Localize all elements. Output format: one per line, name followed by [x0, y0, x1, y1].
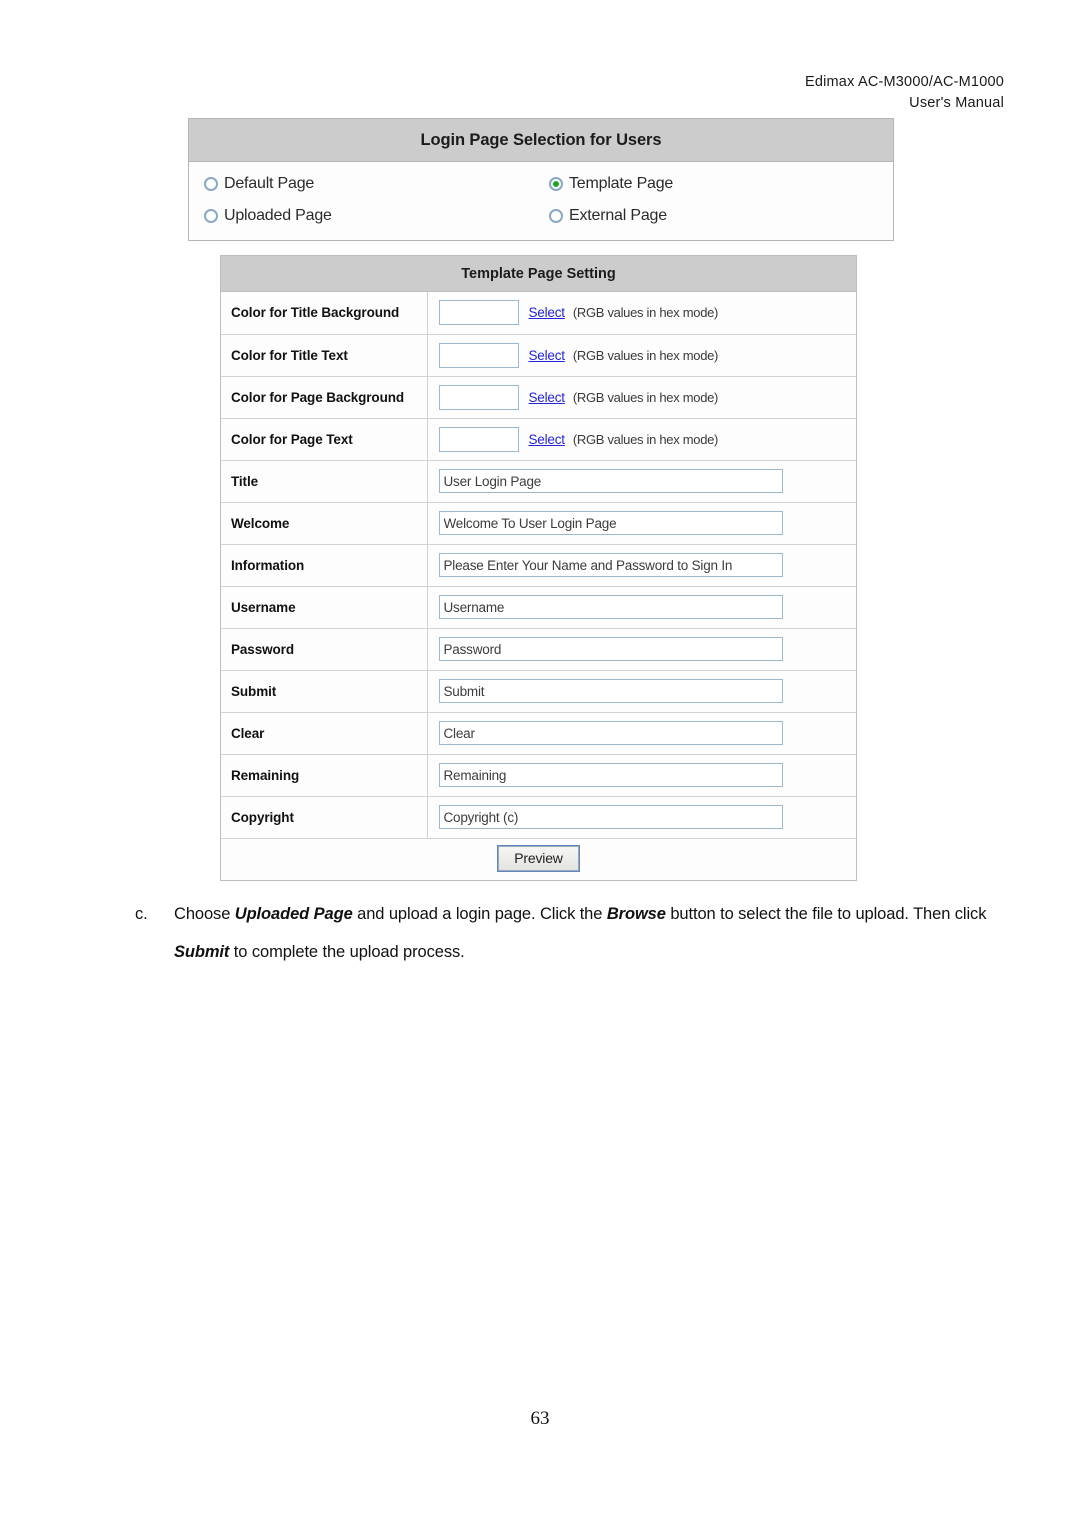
row-label-password: Password [221, 627, 428, 670]
row-label-color-title-text: Color for Title Text [221, 333, 428, 376]
page-number: 63 [530, 1408, 550, 1429]
radio-option-external-page[interactable]: External Page [549, 203, 893, 228]
instruction-text: Choose Uploaded Page and upload a login … [135, 895, 1015, 971]
table-row: Preview [221, 837, 856, 880]
instruction-segment-1: Choose [174, 905, 235, 923]
table-row: Copyright [221, 795, 856, 838]
preview-button[interactable]: Preview [497, 845, 580, 873]
table-row: Remaining [221, 753, 856, 796]
radio-unchecked-icon [204, 208, 218, 223]
select-color-title-background-link[interactable]: Select [529, 305, 566, 320]
clear-label-input[interactable] [438, 721, 783, 745]
row-label-color-page-background: Color for Page Background [221, 375, 428, 418]
radio-label-template-page: Template Page [569, 174, 674, 192]
instruction-emphasis-submit: Submit [174, 943, 230, 961]
copyright-input[interactable] [438, 805, 783, 829]
row-label-welcome: Welcome [221, 501, 428, 544]
table-row: Color for Page Text Select (RGB values i… [221, 417, 856, 460]
title-input[interactable] [438, 469, 783, 493]
template-page-setting-title: Template Page Setting [221, 256, 856, 292]
row-label-remaining: Remaining [221, 753, 428, 796]
table-row: Information [221, 543, 856, 586]
select-color-title-text-link[interactable]: Select [529, 348, 566, 363]
instruction-paragraph: c. Choose Uploaded Page and upload a log… [135, 895, 1015, 971]
username-input[interactable] [438, 595, 783, 619]
submit-label-input[interactable] [438, 679, 783, 703]
radio-checked-icon [549, 176, 563, 191]
row-label-title: Title [221, 459, 428, 502]
select-color-page-text-link[interactable]: Select [529, 432, 566, 447]
table-row: Username [221, 585, 856, 628]
login-page-selection-body: Default Page Template Page Uploaded Page… [189, 162, 893, 240]
color-page-background-input[interactable] [438, 384, 519, 410]
row-label-clear: Clear [221, 711, 428, 754]
row-label-color-title-background: Color for Title Background [221, 292, 428, 334]
header-product-line: Edimax AC-M3000/AC-M1000 [804, 74, 1004, 90]
login-page-selection-title: Login Page Selection for Users [189, 119, 893, 162]
table-row: Submit [221, 669, 856, 712]
instruction-segment-3: button to select the file to upload. The… [665, 905, 987, 923]
radio-option-template-page[interactable]: Template Page [549, 171, 893, 196]
select-color-page-background-link[interactable]: Select [529, 390, 566, 405]
hex-mode-note: (RGB values in hex mode) [572, 305, 719, 321]
instruction-segment-4: to complete the upload process. [229, 943, 465, 961]
header-manual-line: User's Manual [909, 95, 1004, 111]
color-page-text-input[interactable] [438, 426, 519, 452]
radio-unchecked-icon [549, 208, 563, 223]
radio-unchecked-icon [204, 176, 218, 191]
row-label-information: Information [221, 543, 428, 586]
remaining-label-input[interactable] [438, 763, 783, 787]
radio-label-external-page: External Page [569, 206, 667, 224]
hex-mode-note: (RGB values in hex mode) [572, 431, 719, 447]
login-page-option-grid: Default Page Template Page Uploaded Page… [189, 171, 893, 228]
row-label-username: Username [221, 585, 428, 628]
instruction-emphasis-browse: Browse [606, 905, 666, 923]
welcome-input[interactable] [438, 511, 783, 535]
row-label-submit: Submit [221, 669, 428, 712]
table-row: Color for Title Background Select (RGB v… [221, 292, 856, 334]
list-marker: c. [135, 905, 148, 923]
color-title-text-input[interactable] [438, 342, 519, 368]
radio-label-uploaded-page: Uploaded Page [224, 206, 332, 224]
row-label-color-page-text: Color for Page Text [221, 417, 428, 460]
radio-label-default-page: Default Page [224, 174, 315, 192]
hex-mode-note: (RGB values in hex mode) [572, 347, 719, 363]
table-row: Clear [221, 711, 856, 754]
template-page-setting-table: Color for Title Background Select (RGB v… [221, 292, 856, 880]
table-row: Password [221, 627, 856, 670]
hex-mode-note: (RGB values in hex mode) [572, 389, 719, 405]
row-label-copyright: Copyright [221, 795, 428, 838]
instruction-emphasis-uploaded-page: Uploaded Page [234, 905, 353, 923]
radio-option-default-page[interactable]: Default Page [204, 171, 549, 196]
password-input[interactable] [438, 637, 783, 661]
instruction-segment-2: and upload a login page. Click the [352, 905, 607, 923]
radio-option-uploaded-page[interactable]: Uploaded Page [204, 203, 549, 228]
color-title-background-input[interactable] [438, 300, 519, 326]
login-page-selection-panel: Login Page Selection for Users Default P… [188, 118, 894, 241]
table-row: Color for Page Background Select (RGB va… [221, 375, 856, 418]
information-input[interactable] [438, 553, 783, 577]
table-row: Color for Title Text Select (RGB values … [221, 333, 856, 376]
template-page-setting-panel: Template Page Setting Color for Title Ba… [220, 255, 857, 881]
document-running-header: Edimax AC-M3000/AC-M1000 User's Manual [805, 72, 1004, 114]
table-row: Welcome [221, 501, 856, 544]
table-row: Title [221, 459, 856, 502]
